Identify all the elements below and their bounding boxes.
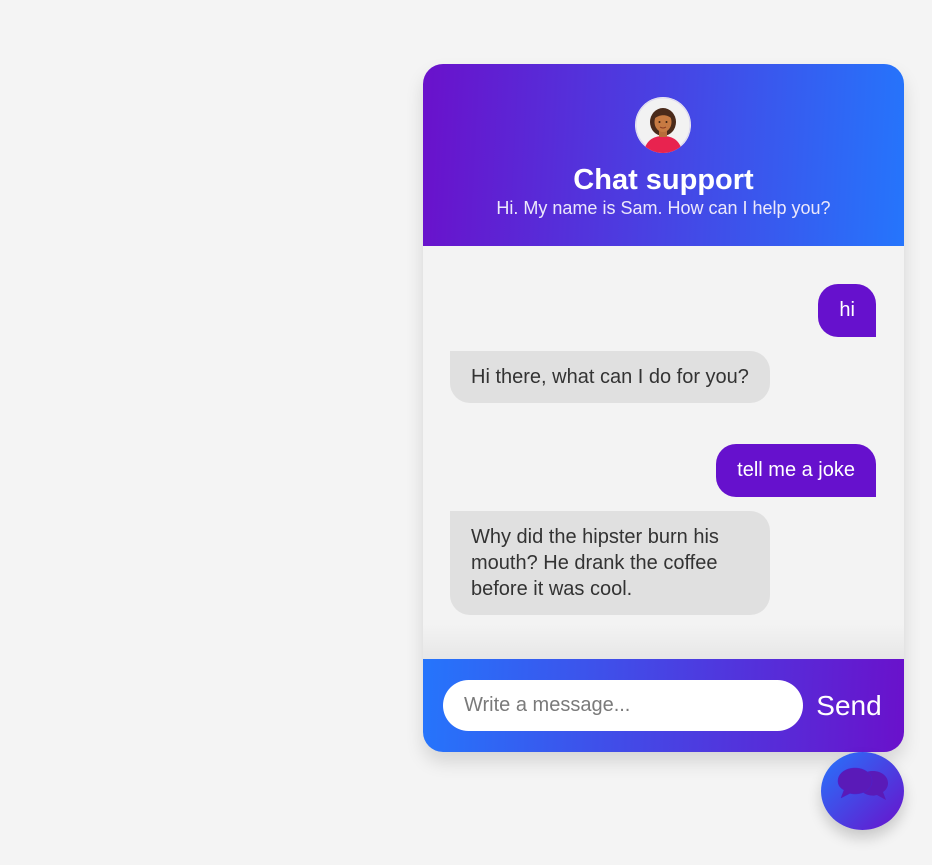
chat-support-widget: Chat support Hi. My name is Sam. How can… xyxy=(423,64,904,752)
chat-footer: Send xyxy=(423,659,904,752)
message-input[interactable] xyxy=(443,680,803,731)
chat-bubbles-icon xyxy=(837,767,888,800)
user-message: tell me a joke xyxy=(716,444,876,497)
message-list[interactable]: hi Hi there, what can I do for you? tell… xyxy=(423,246,904,659)
user-message: hi xyxy=(818,284,876,337)
send-button[interactable]: Send xyxy=(809,680,889,731)
chat-title: Chat support xyxy=(573,164,754,196)
chat-subtitle: Hi. My name is Sam. How can I help you? xyxy=(496,198,831,218)
chat-launcher-button[interactable] xyxy=(821,752,904,830)
chat-header: Chat support Hi. My name is Sam. How can… xyxy=(423,64,904,246)
support-agent-avatar xyxy=(635,97,691,153)
agent-message: Why did the hipster burn his mouth? He d… xyxy=(450,511,770,615)
agent-message: Hi there, what can I do for you? xyxy=(450,351,770,403)
woman-avatar-icon xyxy=(635,97,691,153)
footer-shadow xyxy=(423,624,904,659)
